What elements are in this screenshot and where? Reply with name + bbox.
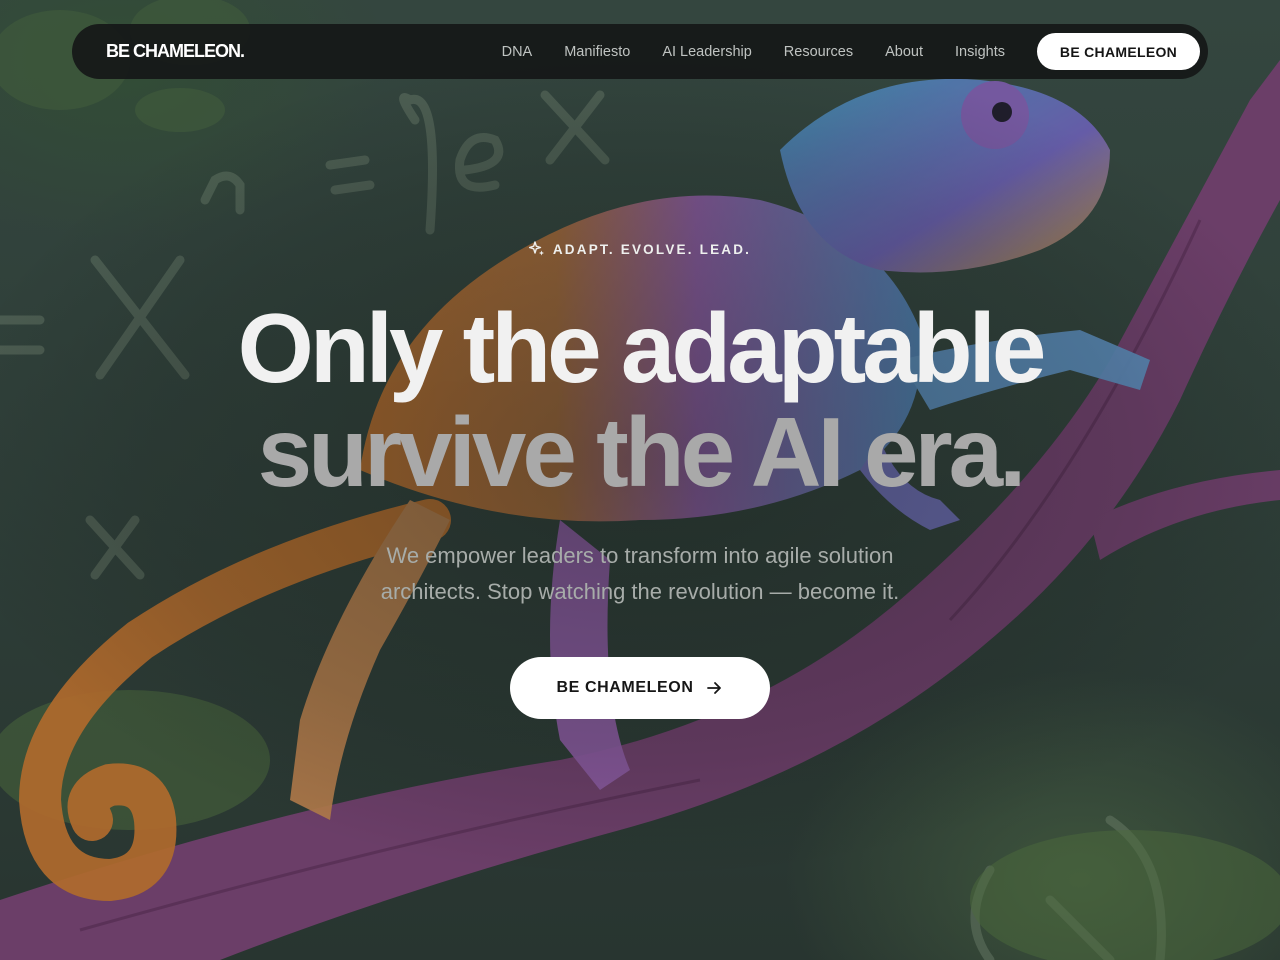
nav-link-manifiesto[interactable]: Manifiesto <box>564 44 630 60</box>
nav-link-dna[interactable]: DNA <box>502 44 533 60</box>
nav-cta-button[interactable]: BE CHAMELEON <box>1037 33 1200 70</box>
nav-link-about[interactable]: About <box>885 44 923 60</box>
arrow-right-icon <box>705 679 723 697</box>
sparkle-icon <box>528 241 545 257</box>
hero-tagline: ADAPT. EVOLVE. LEAD. <box>0 241 1280 257</box>
logo[interactable]: BE CHAMELEON. <box>106 41 245 62</box>
hero-cta-label: BE CHAMELEON <box>556 679 694 696</box>
headline-line-1: Only the adaptable <box>237 293 1047 403</box>
top-nav: BE CHAMELEON. DNA Manifiesto AI Leadersh… <box>72 24 1208 79</box>
nav-link-ai-leadership[interactable]: AI Leadership <box>662 44 751 60</box>
nav-links: DNA Manifiesto AI Leadership Resources A… <box>502 33 1200 70</box>
hero-subtext: We empower leaders to transform into agi… <box>380 543 900 604</box>
nav-link-insights[interactable]: Insights <box>955 44 1005 60</box>
headline-line-2: survive the AI era. <box>257 397 1027 507</box>
nav-link-resources[interactable]: Resources <box>784 44 853 60</box>
hero-headline: Only the adaptable survive the AI era. <box>0 296 1280 504</box>
hero-cta-button[interactable]: BE CHAMELEON <box>510 657 770 719</box>
tagline-text: ADAPT. EVOLVE. LEAD. <box>552 241 752 257</box>
